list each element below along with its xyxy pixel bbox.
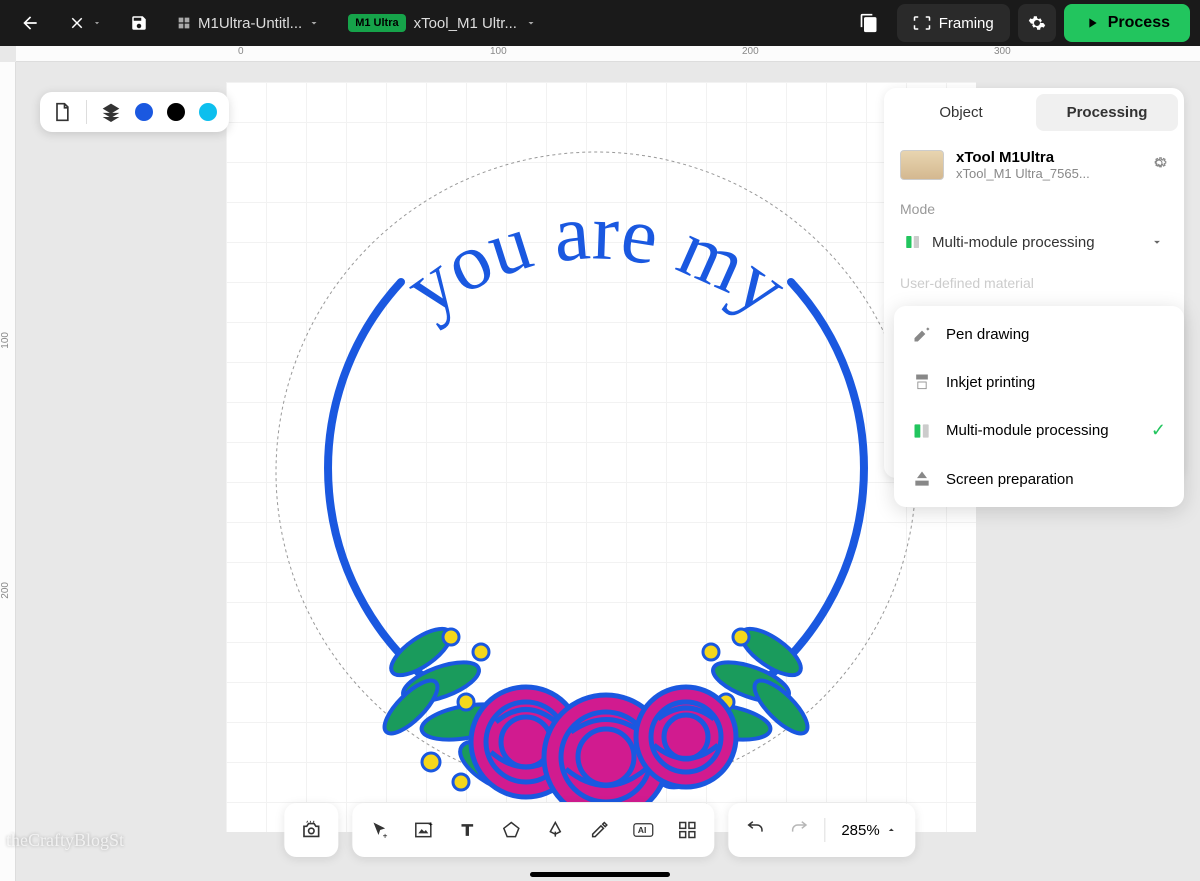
- undo-icon: [745, 820, 765, 840]
- x-logo-icon: [68, 14, 86, 32]
- mode-selector[interactable]: Multi-module processing: [900, 225, 1168, 259]
- chevron-up-icon: [886, 824, 898, 836]
- home-indicator: [530, 872, 670, 877]
- chevron-down-icon: [308, 17, 320, 29]
- device-name-text: xTool_M1 Ultr...: [414, 15, 517, 32]
- layers-icon: [859, 13, 879, 33]
- settings-button[interactable]: [1018, 4, 1056, 42]
- check-icon: ✓: [1151, 420, 1166, 441]
- zoom-control[interactable]: 285%: [831, 822, 907, 839]
- mode-option-multi[interactable]: Multi-module processing ✓: [894, 406, 1184, 455]
- mode-dropdown: Pen drawing Inkjet printing Multi-module…: [894, 306, 1184, 507]
- artboard[interactable]: you are my: [226, 82, 976, 832]
- multi-module-icon: [904, 233, 922, 251]
- cursor-icon: +: [369, 820, 389, 840]
- color-swatch-cyan[interactable]: [199, 103, 217, 121]
- save-button[interactable]: [120, 6, 158, 40]
- mode-option-label: Multi-module processing: [946, 422, 1137, 439]
- redo-button[interactable]: [780, 811, 818, 849]
- page-icon[interactable]: [52, 100, 72, 124]
- back-button[interactable]: [10, 5, 50, 41]
- zoom-value: 285%: [841, 822, 879, 839]
- mode-label: Mode: [900, 201, 1168, 217]
- apps-tool[interactable]: [668, 811, 706, 849]
- device-subtitle: xTool_M1 Ultra_7565...: [956, 166, 1138, 181]
- color-swatch-black[interactable]: [167, 103, 185, 121]
- svg-text:you are my: you are my: [389, 188, 803, 332]
- draw-tool[interactable]: [580, 811, 618, 849]
- device-badge: M1 Ultra: [348, 14, 405, 32]
- layers-button[interactable]: [849, 5, 889, 41]
- svg-text:+: +: [383, 830, 388, 840]
- bottom-toolbar: + + AI 285%: [284, 803, 915, 857]
- ai-tool[interactable]: AI: [624, 811, 662, 849]
- top-toolbar: M1Ultra-Untitl... M1 Ultra xTool_M1 Ultr…: [0, 0, 1200, 46]
- save-icon: [130, 14, 148, 32]
- camera-icon: [300, 819, 322, 841]
- multi-module-icon: [912, 421, 932, 441]
- text-tool[interactable]: [448, 811, 486, 849]
- color-swatch-blue[interactable]: [135, 103, 153, 121]
- ai-icon: AI: [632, 820, 654, 840]
- file-name-selector[interactable]: M1Ultra-Untitl...: [166, 9, 330, 38]
- grid-icon: [677, 820, 697, 840]
- pentagon-icon: [501, 820, 521, 840]
- mode-option-label: Screen preparation: [946, 471, 1166, 488]
- process-button[interactable]: Process: [1064, 4, 1190, 42]
- file-name-text: M1Ultra-Untitl...: [198, 15, 302, 32]
- shape-tool[interactable]: [492, 811, 530, 849]
- layers-icon[interactable]: [101, 100, 121, 124]
- framing-label: Framing: [939, 15, 994, 32]
- device-selector[interactable]: M1 Ultra xTool_M1 Ultr...: [338, 8, 547, 38]
- mode-option-label: Inkjet printing: [946, 374, 1166, 391]
- chevron-down-icon: [525, 17, 537, 29]
- chevron-down-icon: [1150, 235, 1164, 249]
- screen-icon: [912, 469, 932, 489]
- tab-object[interactable]: Object: [890, 94, 1032, 131]
- device-settings-button[interactable]: [1150, 154, 1168, 177]
- printer-icon: [912, 372, 932, 392]
- vector-tool[interactable]: [536, 811, 574, 849]
- tab-processing[interactable]: Processing: [1036, 94, 1178, 131]
- device-title: xTool M1Ultra: [956, 149, 1138, 166]
- chevron-down-icon: [92, 18, 102, 28]
- design-artwork[interactable]: you are my: [266, 142, 926, 802]
- arrow-left-icon: [20, 13, 40, 33]
- logo-button[interactable]: [58, 6, 112, 40]
- mode-option-screen[interactable]: Screen preparation: [894, 455, 1184, 503]
- play-icon: [1084, 15, 1100, 31]
- gear-icon: [1028, 14, 1046, 32]
- material-faded: User-defined material: [900, 275, 1168, 291]
- grid-icon: [176, 15, 192, 31]
- svg-text:AI: AI: [638, 825, 647, 835]
- color-palette: [40, 92, 229, 132]
- mode-option-pen[interactable]: Pen drawing: [894, 310, 1184, 358]
- text-icon: [457, 820, 477, 840]
- framing-button[interactable]: Framing: [897, 4, 1010, 42]
- camera-tool[interactable]: [292, 811, 330, 849]
- process-label: Process: [1108, 14, 1170, 32]
- watermark: theCraftyBlogSt: [6, 830, 124, 851]
- mode-current-text: Multi-module processing: [932, 234, 1150, 251]
- svg-text:+: +: [428, 820, 433, 829]
- device-info: xTool M1Ultra xTool_M1 Ultra_7565...: [884, 137, 1184, 193]
- gear-icon: [1150, 154, 1168, 172]
- redo-icon: [789, 820, 809, 840]
- image-icon: +: [413, 820, 433, 840]
- pen-tool-icon: [545, 820, 565, 840]
- mode-option-inkjet[interactable]: Inkjet printing: [894, 358, 1184, 406]
- mode-option-label: Pen drawing: [946, 326, 1166, 343]
- image-tool[interactable]: +: [404, 811, 442, 849]
- frame-icon: [913, 14, 931, 32]
- ruler-vertical: 100 200: [0, 62, 16, 881]
- select-tool[interactable]: +: [360, 811, 398, 849]
- pen-icon: [912, 324, 932, 344]
- ruler-horizontal: 0 100 200 300: [16, 46, 1200, 62]
- undo-button[interactable]: [736, 811, 774, 849]
- device-thumbnail: [900, 150, 944, 180]
- pencil-icon: [589, 820, 609, 840]
